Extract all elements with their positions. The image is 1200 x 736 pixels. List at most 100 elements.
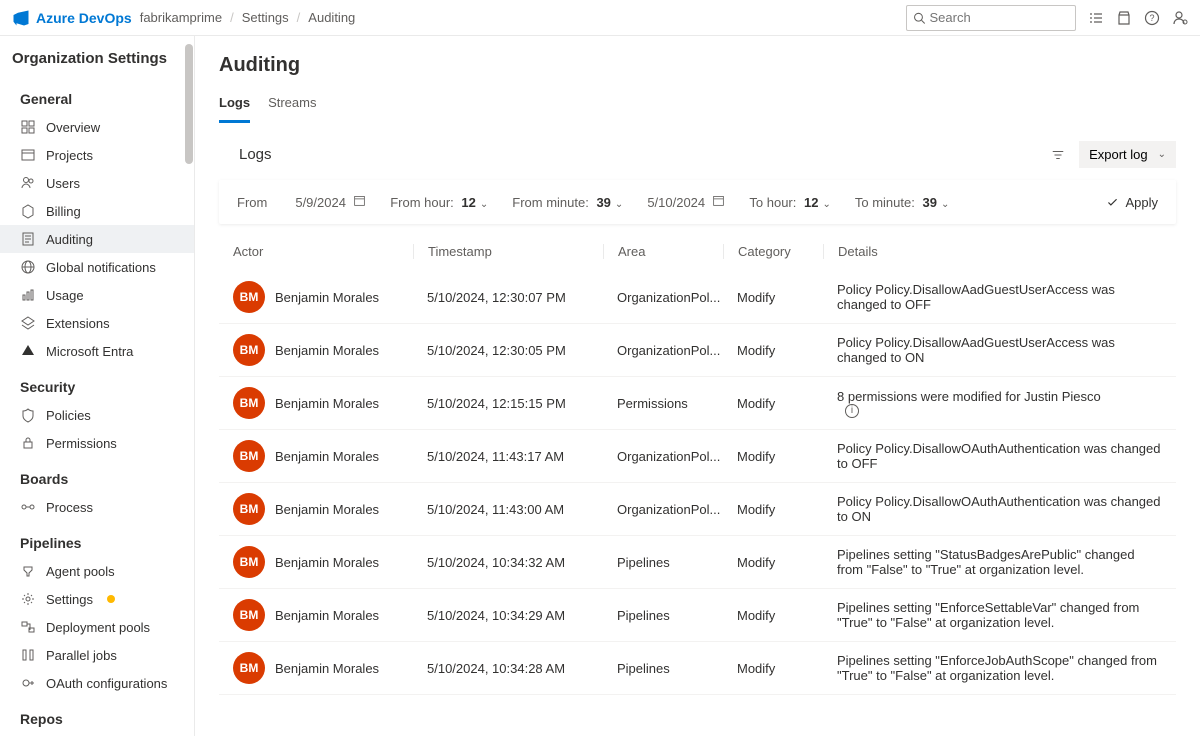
audit-log-table: Actor Timestamp Area Category Details BM… [219,232,1176,695]
avatar: BM [233,440,265,472]
breadcrumb-settings[interactable]: Settings [242,10,289,25]
table-row[interactable]: BMBenjamin Morales5/10/2024, 10:34:32 AM… [219,536,1176,589]
filter-icon[interactable] [1051,148,1065,162]
actor-name: Benjamin Morales [275,396,379,411]
entra-icon [20,343,36,359]
apply-button[interactable]: Apply [1106,195,1158,210]
nav-global-notifications[interactable]: Global notifications [0,253,194,281]
table-row[interactable]: BMBenjamin Morales5/10/2024, 12:30:07 PM… [219,271,1176,324]
brand-link[interactable]: Azure DevOps [36,10,132,26]
usage-icon [20,287,36,303]
cell-timestamp: 5/10/2024, 11:43:00 AM [413,502,603,517]
section-pipelines: Pipelines [0,521,194,557]
sidebar-scrollbar[interactable] [184,36,194,736]
table-header: Actor Timestamp Area Category Details [219,232,1176,271]
export-log-button[interactable]: Export log⌄ [1079,141,1176,168]
breadcrumb-org[interactable]: fabrikamprime [140,10,222,25]
nav-deployment-pools[interactable]: Deployment pools [0,613,194,641]
calendar-icon [353,194,366,207]
nav-pipeline-settings[interactable]: Settings [0,585,194,613]
cell-category: Modify [723,502,823,517]
breadcrumb-auditing[interactable]: Auditing [308,10,355,25]
actor-name: Benjamin Morales [275,661,379,676]
cell-category: Modify [723,661,823,676]
section-security: Security [0,365,194,401]
nav-permissions[interactable]: Permissions [0,429,194,457]
gear-icon [20,591,36,607]
col-timestamp[interactable]: Timestamp [413,244,603,259]
from-hour-select[interactable]: From hour: 12⌄ [390,195,488,210]
nav-usage[interactable]: Usage [0,281,194,309]
cell-area: Permissions [603,396,723,411]
nav-auditing[interactable]: Auditing [0,225,194,253]
nav-oauth[interactable]: OAuth configurations [0,669,194,697]
from-date-picker[interactable]: 5/9/2024 [295,194,366,210]
agent-pools-icon [20,563,36,579]
deployment-icon [20,619,36,635]
nav-agent-pools[interactable]: Agent pools [0,557,194,585]
col-details[interactable]: Details [823,244,1162,259]
section-boards: Boards [0,457,194,493]
help-icon[interactable]: ? [1144,10,1160,26]
search-input[interactable] [930,10,1069,25]
marketplace-icon[interactable] [1116,10,1132,26]
avatar: BM [233,599,265,631]
cell-details: Pipelines setting "EnforceSettableVar" c… [823,600,1162,630]
col-area[interactable]: Area [603,244,723,259]
actor-name: Benjamin Morales [275,343,379,358]
table-row[interactable]: BMBenjamin Morales5/10/2024, 12:30:05 PM… [219,324,1176,377]
to-hour-select[interactable]: To hour: 12⌄ [749,195,830,210]
cell-timestamp: 5/10/2024, 10:34:32 AM [413,555,603,570]
azure-devops-logo-icon [12,9,30,27]
tab-logs[interactable]: Logs [219,89,250,123]
col-actor[interactable]: Actor [233,244,413,259]
cell-area: Pipelines [603,661,723,676]
table-row[interactable]: BMBenjamin Morales5/10/2024, 10:34:28 AM… [219,642,1176,695]
nav-billing[interactable]: Billing [0,197,194,225]
avatar: BM [233,493,265,525]
nav-overview[interactable]: Overview [0,113,194,141]
tab-streams[interactable]: Streams [268,89,316,123]
parallel-jobs-icon [20,647,36,663]
check-icon [1106,196,1119,209]
to-minute-select[interactable]: To minute: 39⌄ [855,195,949,210]
cell-timestamp: 5/10/2024, 11:43:17 AM [413,449,603,464]
projects-icon [20,147,36,163]
cell-category: Modify [723,343,823,358]
table-row[interactable]: BM Benjamin Morales 5/10/2024, 11:43:00 AM… [219,483,1176,536]
cell-details: Pipelines setting "StatusBadgesArePublic… [823,547,1162,577]
avatar: BM [233,281,265,313]
globe-icon [20,259,36,275]
section-general: General [0,77,194,113]
nav-policies[interactable]: Policies [0,401,194,429]
cell-area: OrganizationPol... [603,502,723,517]
chevron-down-icon: ⌄ [1158,149,1166,160]
nav-parallel-jobs[interactable]: Parallel jobs [0,641,194,669]
actor-name: Benjamin Morales [275,555,379,570]
table-row[interactable]: BMBenjamin Morales5/10/2024, 12:15:15 PM… [219,377,1176,430]
date-filter-bar: From 5/9/2024 From hour: 12⌄ From minute… [219,180,1176,224]
sidebar-title: Organization Settings [0,36,194,77]
cell-details: Policy Policy.DisallowOAuthAuthenticatio… [823,441,1162,471]
nav-users[interactable]: Users [0,169,194,197]
actor-name: Benjamin Morales [275,502,379,517]
to-date-picker[interactable]: 5/10/2024 [647,194,725,210]
table-row[interactable]: BMBenjamin Morales5/10/2024, 10:34:29 AM… [219,589,1176,642]
actor-name: Benjamin Morales [275,608,379,623]
user-settings-icon[interactable] [1172,10,1188,26]
search-input-wrapper[interactable] [906,5,1076,31]
col-category[interactable]: Category [723,244,823,259]
nav-process[interactable]: Process [0,493,194,521]
nav-projects[interactable]: Projects [0,141,194,169]
info-icon[interactable]: i [845,404,859,418]
avatar: BM [233,387,265,419]
table-row[interactable]: BMBenjamin Morales5/10/2024, 11:43:17 AM… [219,430,1176,483]
nav-microsoft-entra[interactable]: Microsoft Entra [0,337,194,365]
from-minute-select[interactable]: From minute: 39⌄ [512,195,623,210]
cell-details: Pipelines setting "EnforceJobAuthScope" … [823,653,1162,683]
nav-extensions[interactable]: Extensions [0,309,194,337]
page-title: Auditing [219,54,1176,77]
cell-category: Modify [723,396,823,411]
work-items-icon[interactable] [1088,10,1104,26]
overview-icon [20,119,36,135]
